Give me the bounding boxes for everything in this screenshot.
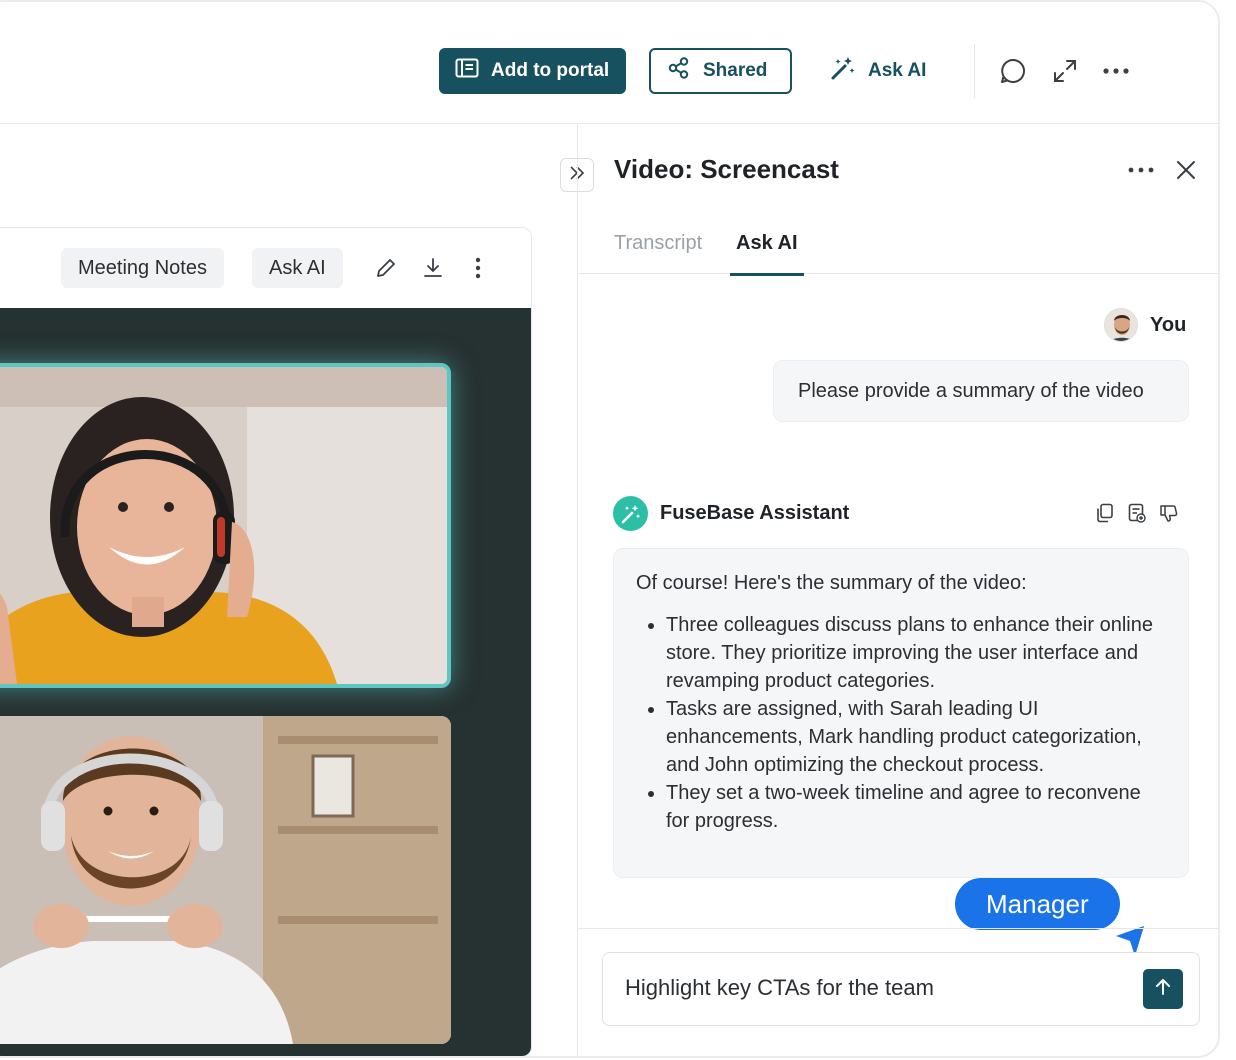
user-name: You — [1150, 313, 1187, 336]
comment-icon[interactable] — [998, 56, 1028, 86]
assistant-name: FuseBase Assistant — [660, 502, 850, 524]
kebab-menu-icon[interactable] — [464, 254, 492, 282]
composer-divider — [578, 928, 1218, 929]
tab-transcript[interactable]: Transcript — [614, 232, 702, 255]
magic-wand-icon — [830, 55, 856, 87]
assistant-wand-icon — [613, 496, 648, 531]
toolbar-divider — [974, 44, 975, 98]
panel-title: Video: Screencast — [614, 154, 839, 184]
ai-side-panel: Video: Screencast Transcript Ask AI You … — [577, 124, 1218, 1056]
chip-meeting-notes[interactable]: Meeting Notes — [61, 248, 224, 288]
participant-tile-woman — [0, 363, 451, 688]
collaborator-cursor-label: Manager — [955, 878, 1120, 930]
panel-tabs: Transcript Ask AI — [578, 224, 1218, 276]
send-button[interactable] — [1143, 969, 1183, 1009]
ask-ai-button[interactable]: Ask AI — [830, 48, 926, 94]
add-to-note-icon[interactable] — [1126, 502, 1148, 524]
add-to-portal-label: Add to portal — [491, 60, 610, 81]
summary-point: Tasks are assigned, with Sarah leading U… — [666, 695, 1166, 779]
top-toolbar: Add to portal Shared Ask AI — [0, 2, 1218, 124]
summary-point: They set a two-week timeline and agree t… — [666, 779, 1166, 835]
assistant-message: Of course! Here's the summary of the vid… — [613, 548, 1189, 878]
app-window: Add to portal Shared Ask AI nary Meetin — [0, 0, 1220, 1058]
participant-woman-image — [0, 367, 447, 684]
video-player[interactable] — [0, 308, 531, 1056]
add-to-portal-button[interactable]: Add to portal — [439, 48, 626, 94]
summary-list: Three colleagues discuss plans to enhanc… — [636, 611, 1166, 835]
assistant-actions — [1094, 502, 1180, 524]
download-icon[interactable] — [419, 254, 447, 282]
close-icon[interactable] — [1172, 156, 1200, 184]
ask-ai-label: Ask AI — [868, 60, 927, 81]
edit-icon[interactable] — [372, 254, 400, 282]
summary-point: Three colleagues discuss plans to enhanc… — [666, 611, 1166, 695]
expand-icon[interactable] — [1050, 56, 1080, 86]
shared-label: Shared — [703, 60, 768, 81]
chat-input[interactable]: Highlight key CTAs for the team — [602, 952, 1200, 1026]
user-avatar — [1104, 308, 1138, 342]
more-options-icon[interactable] — [1101, 56, 1131, 86]
share-icon — [667, 56, 691, 86]
panel-more-icon[interactable] — [1126, 160, 1156, 180]
assistant-header: FuseBase Assistant — [613, 496, 849, 531]
tab-ask-ai[interactable]: Ask AI — [730, 232, 804, 276]
participant-tile-man — [0, 716, 451, 1044]
copy-icon[interactable] — [1094, 502, 1116, 524]
shared-button[interactable]: Shared — [649, 48, 792, 94]
chat-input-text[interactable]: Highlight key CTAs for the team — [625, 975, 934, 1001]
participant-man-image — [0, 716, 451, 1044]
video-card: nary Meeting Notes Ask AI — [0, 227, 532, 1056]
portal-icon — [455, 58, 479, 84]
chip-ask-ai[interactable]: Ask AI — [252, 248, 343, 288]
assistant-intro: Of course! Here's the summary of the vid… — [636, 572, 1027, 594]
user-message: Please provide a summary of the video — [773, 360, 1189, 422]
user-header: You — [1104, 308, 1186, 342]
arrow-up-icon — [1153, 977, 1173, 1002]
thumbs-down-icon[interactable] — [1158, 502, 1180, 524]
